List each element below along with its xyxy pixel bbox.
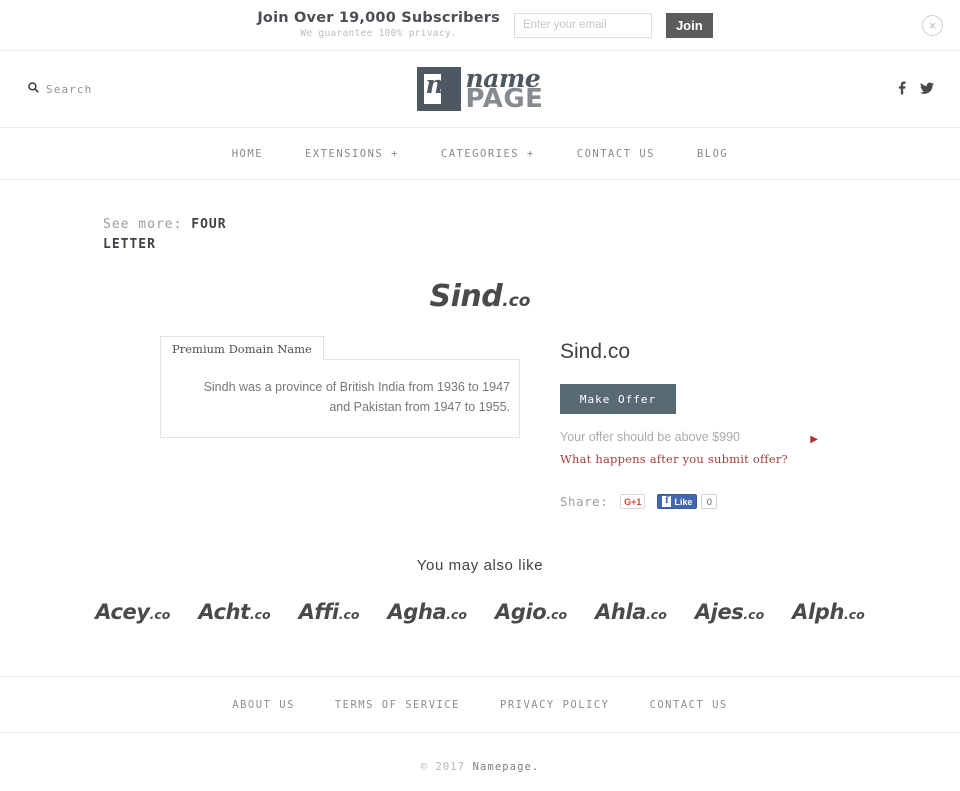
also-like-list: Acey.co Acht.co Affi.co Agha.co Agio.co … [0,600,960,624]
see-more-breadcrumb: See more: FOUR LETTER [103,215,243,255]
facebook-icon: f [662,496,672,507]
logo-mark-icon: n [416,67,461,111]
twitter-icon[interactable] [920,82,934,96]
join-button[interactable]: Join [665,12,713,38]
site-header: Search n name PAGE [0,51,960,128]
email-input[interactable] [513,12,652,38]
close-icon[interactable]: × [922,15,943,36]
offer-column: Sind.co Make Offer Your offer should be … [560,336,850,509]
page-title: Sind.co [560,340,631,363]
share-row: Share: G+1 f Like 0 [560,494,850,509]
see-more-prefix: See more: [103,217,183,232]
also-like-name: Acey [95,600,150,624]
facebook-like-label: Like [674,496,693,507]
description-tabs: Premium Domain Name Sindh was a province… [160,336,520,438]
also-like-name: Alph [792,600,844,624]
facebook-icon[interactable] [896,81,907,97]
tab-premium-domain-name[interactable]: Premium Domain Name [160,336,324,360]
google-plus-button[interactable]: G+1 [620,494,646,509]
share-label: Share: [560,494,609,509]
footer-navigation: ABOUT US TERMS OF SERVICE PRIVACY POLICY… [0,677,960,733]
also-like-name: Ahla [595,600,647,624]
also-like-item-2[interactable]: Affi.co [299,600,360,624]
also-like-tld: .co [844,607,865,622]
also-like-tld: .co [338,607,360,622]
also-like-name: Agha [387,600,447,624]
nav-item-contact-us[interactable]: CONTACT US [577,148,655,160]
also-like-item-6[interactable]: Ajes.co [695,600,764,624]
also-like-item-5[interactable]: Ahla.co [595,600,667,624]
description-panel: Sindh was a province of British India fr… [160,359,520,438]
also-like-item-1[interactable]: Acht.co [198,600,270,624]
facebook-like-count: 0 [701,494,718,509]
logo-word-page: PAGE [465,83,544,114]
search-label: Search [46,82,93,96]
logo-wordmark: name PAGE [465,66,544,114]
also-like-tld: .co [743,607,765,622]
search-icon [28,82,39,96]
copyright-brand: Namepage. [472,761,540,773]
copyright: © 2017 Namepage. [0,761,960,773]
subscribe-headline: Join Over 19,000 Subscribers [257,9,500,26]
domain-hero-tld: .co [502,291,531,311]
also-like-heading: You may also like [416,557,544,574]
domain-hero-name: Sind [429,279,503,314]
nav-item-home[interactable]: HOME [232,148,263,160]
nav-item-categories[interactable]: CATEGORIES + [441,148,535,160]
footer-link-privacy-policy[interactable]: PRIVACY POLICY [500,699,610,711]
copyright-prefix: © 2017 [420,761,473,773]
also-like-item-3[interactable]: Agha.co [387,600,467,624]
logo-mark-letter: n [425,70,444,99]
nav-item-blog[interactable]: BLOG [697,148,728,160]
subscribe-copy: Join Over 19,000 Subscribers We guarante… [257,9,500,40]
also-like-tld: .co [546,607,568,622]
domain-hero: Sind.co [0,279,960,314]
subscribe-subtext: We guarantee 100% privacy. [300,28,457,40]
also-like-item-4[interactable]: Agio.co [495,600,567,624]
subscribe-bar: Join Over 19,000 Subscribers We guarante… [0,0,960,51]
also-like-tld: .co [446,607,468,622]
minimum-offer-text: Your offer should be above $990 ▶ [560,428,818,447]
description-column: Premium Domain Name Sindh was a province… [160,336,520,509]
site-logo[interactable]: n name PAGE [416,66,544,114]
also-like-name: Affi [298,600,340,624]
footer-link-about-us[interactable]: ABOUT US [232,699,295,711]
also-like-tld: .co [149,607,171,622]
also-like-item-0[interactable]: Acey.co [95,600,170,624]
domain-detail-section: Premium Domain Name Sindh was a province… [0,336,960,509]
also-like-name: Agio [495,600,547,624]
arrow-right-icon: ▶ [810,434,818,445]
subscribe-bar-inner: Join Over 19,000 Subscribers We guarante… [257,9,713,40]
what-happens-link[interactable]: What happens after you submit offer? [560,452,788,466]
make-offer-button[interactable]: Make Offer [560,384,676,414]
footer-link-terms-of-service[interactable]: TERMS OF SERVICE [335,699,460,711]
facebook-like-button[interactable]: f Like [657,494,698,509]
minimum-offer-value: Your offer should be above $990 [560,430,741,444]
social-links [896,81,934,97]
also-like-tld: .co [249,607,271,622]
search-button[interactable]: Search [28,82,92,96]
nav-item-extensions[interactable]: EXTENSIONS + [305,148,399,160]
also-like-tld: .co [646,607,667,622]
also-like-name: Ajes [694,600,744,624]
also-like-item-7[interactable]: Alph.co [792,600,865,624]
also-like-name: Acht [198,600,250,624]
description-text: Sindh was a province of British India fr… [203,380,510,414]
main-navigation: HOME EXTENSIONS + CATEGORIES + CONTACT U… [0,128,960,180]
footer-link-contact-us[interactable]: CONTACT US [650,699,728,711]
